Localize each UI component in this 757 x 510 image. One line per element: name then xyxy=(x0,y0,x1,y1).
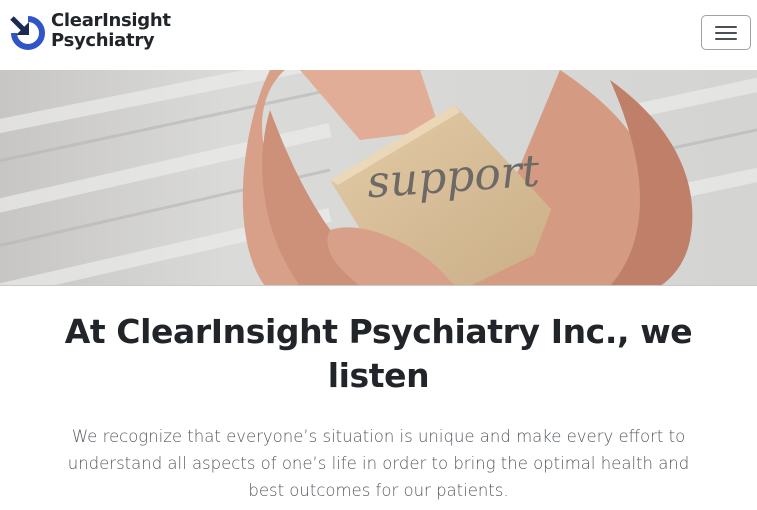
brand-name-line2: Psychiatry xyxy=(51,30,155,51)
brand-name: ClearInsight Psychiatry xyxy=(51,11,171,51)
hero-image: support xyxy=(0,70,757,286)
intro-paragraph: We recognize that everyone’s situation i… xyxy=(67,427,690,500)
navbar: ClearInsight Psychiatry xyxy=(0,0,757,70)
hamburger-menu-icon xyxy=(715,25,737,41)
brand-name-line1: ClearInsight xyxy=(51,10,171,31)
brand-logo-link[interactable]: ClearInsight Psychiatry xyxy=(10,11,180,55)
menu-toggle-button[interactable] xyxy=(701,15,751,50)
page-headline: At ClearInsight Psychiatry Inc., we list… xyxy=(64,312,693,395)
brand-logo-icon xyxy=(10,16,45,50)
